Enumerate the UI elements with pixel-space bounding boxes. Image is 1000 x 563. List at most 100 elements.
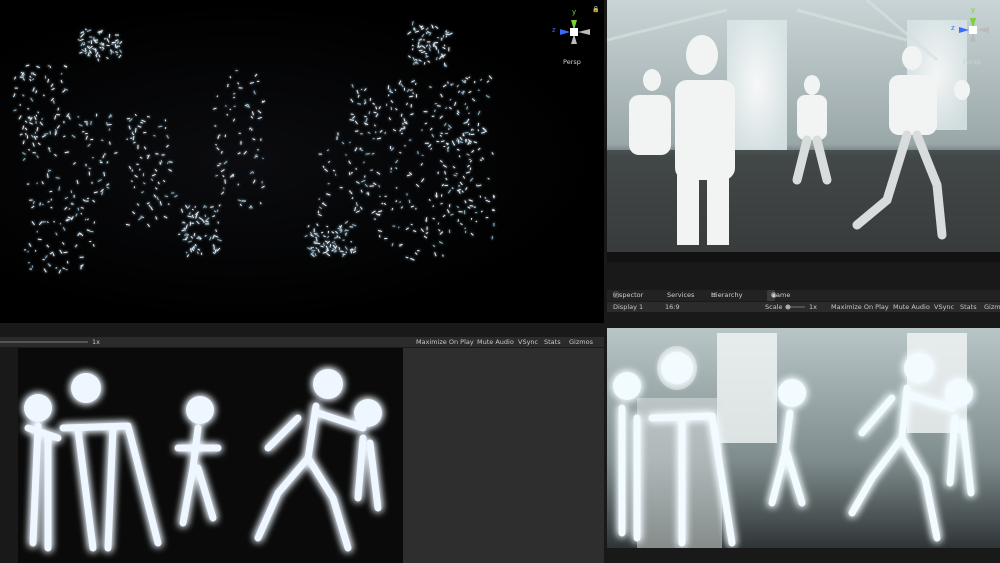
particle	[334, 236, 338, 239]
mute-audio-button[interactable]: Mute Audio	[893, 302, 930, 312]
particle	[429, 86, 432, 88]
particle	[95, 54, 98, 58]
gizmos-dropdown[interactable]: Gizmos	[569, 337, 593, 347]
particle	[412, 230, 417, 232]
particle	[435, 57, 438, 61]
particle	[62, 227, 66, 231]
particle	[166, 134, 169, 139]
particle	[469, 177, 474, 182]
particle	[250, 115, 254, 119]
editor-tab-bar: ⓘ Inspector Services ≡ Hierarchy ◉ Game	[607, 290, 1000, 302]
gizmos-dropdown[interactable]: Gizmo	[984, 302, 1000, 312]
particle	[379, 195, 381, 198]
particle	[471, 149, 475, 153]
particle	[27, 108, 30, 110]
stats-button[interactable]: Stats	[544, 337, 561, 347]
particle	[46, 173, 49, 178]
particle	[18, 115, 22, 120]
particle	[47, 78, 50, 83]
particle	[253, 90, 256, 95]
particle	[47, 170, 50, 173]
particle	[310, 234, 314, 237]
particle	[355, 210, 360, 213]
lower-game-toolbar: 1x Maximize On Play Mute Audio VSync Sta…	[0, 337, 604, 348]
particle	[46, 221, 49, 224]
particle	[87, 46, 90, 49]
particle	[467, 123, 470, 126]
particle	[363, 88, 367, 92]
particle	[168, 161, 173, 163]
particle	[24, 127, 28, 131]
particle	[340, 224, 343, 228]
particle	[435, 192, 438, 197]
scene-orientation-gizmo[interactable]: y z	[552, 8, 596, 54]
particle	[78, 124, 83, 127]
particle	[364, 115, 367, 118]
particle	[450, 213, 454, 216]
scale-slider[interactable]	[0, 341, 88, 343]
particle	[61, 242, 65, 245]
particle	[55, 177, 60, 179]
particle	[477, 110, 481, 116]
particle	[456, 205, 460, 209]
particle	[350, 171, 353, 174]
display-dropdown[interactable]: Display 1	[613, 302, 643, 312]
particle	[466, 153, 470, 156]
particle	[106, 38, 110, 43]
projection-label[interactable]: Persp	[563, 58, 581, 66]
projection-label[interactable]: Persp	[963, 58, 981, 66]
vsync-button[interactable]: VSync	[934, 302, 954, 312]
particle	[44, 255, 48, 259]
particle	[349, 141, 351, 144]
particle	[464, 131, 469, 134]
particle	[465, 77, 469, 80]
composite-view[interactable]	[607, 328, 1000, 548]
particle	[360, 88, 363, 91]
particle	[37, 238, 42, 241]
particle	[141, 191, 144, 194]
particle	[77, 115, 80, 118]
particle	[153, 194, 157, 198]
particle	[322, 165, 325, 168]
maximize-on-play-button[interactable]: Maximize On Play	[416, 337, 474, 347]
particle	[239, 203, 242, 207]
tab-hierarchy[interactable]: ≡ Hierarchy	[707, 290, 742, 301]
scale-value: 1x	[809, 303, 817, 311]
photo-orientation-gizmo[interactable]: y z	[951, 6, 995, 52]
tab-services[interactable]: Services	[663, 290, 694, 301]
particle	[181, 229, 185, 232]
particle	[445, 177, 448, 181]
vsync-button[interactable]: VSync	[518, 337, 538, 347]
mute-audio-button[interactable]: Mute Audio	[477, 337, 514, 347]
maximize-on-play-button[interactable]: Maximize On Play	[831, 302, 889, 312]
particle	[410, 89, 413, 91]
particle	[342, 253, 346, 256]
tab-inspector[interactable]: ⓘ Inspector	[609, 290, 643, 301]
tab-game[interactable]: ◉ Game	[767, 290, 790, 301]
particle	[77, 232, 80, 237]
particle	[29, 78, 32, 82]
game-view-stick-figures[interactable]	[18, 348, 403, 563]
scene-view-particles[interactable]: y z Persp 🔒	[0, 0, 604, 323]
particle	[454, 101, 457, 106]
scale-slider[interactable]	[785, 303, 805, 310]
particle	[259, 202, 262, 205]
particle	[156, 196, 159, 201]
particle	[435, 25, 439, 29]
particle	[22, 140, 25, 145]
particle	[70, 190, 73, 194]
particle	[86, 29, 92, 32]
lock-icon[interactable]: 🔒	[592, 6, 599, 13]
particle	[252, 179, 256, 184]
particle	[60, 72, 63, 75]
particle	[326, 193, 331, 196]
particle	[186, 254, 190, 258]
particle	[372, 102, 376, 105]
particle	[316, 234, 320, 238]
particle	[116, 53, 119, 56]
stats-button[interactable]: Stats	[960, 302, 977, 312]
particle	[406, 174, 411, 177]
particle	[132, 135, 135, 141]
aspect-dropdown[interactable]: 16:9	[665, 302, 680, 312]
particle	[185, 204, 188, 209]
